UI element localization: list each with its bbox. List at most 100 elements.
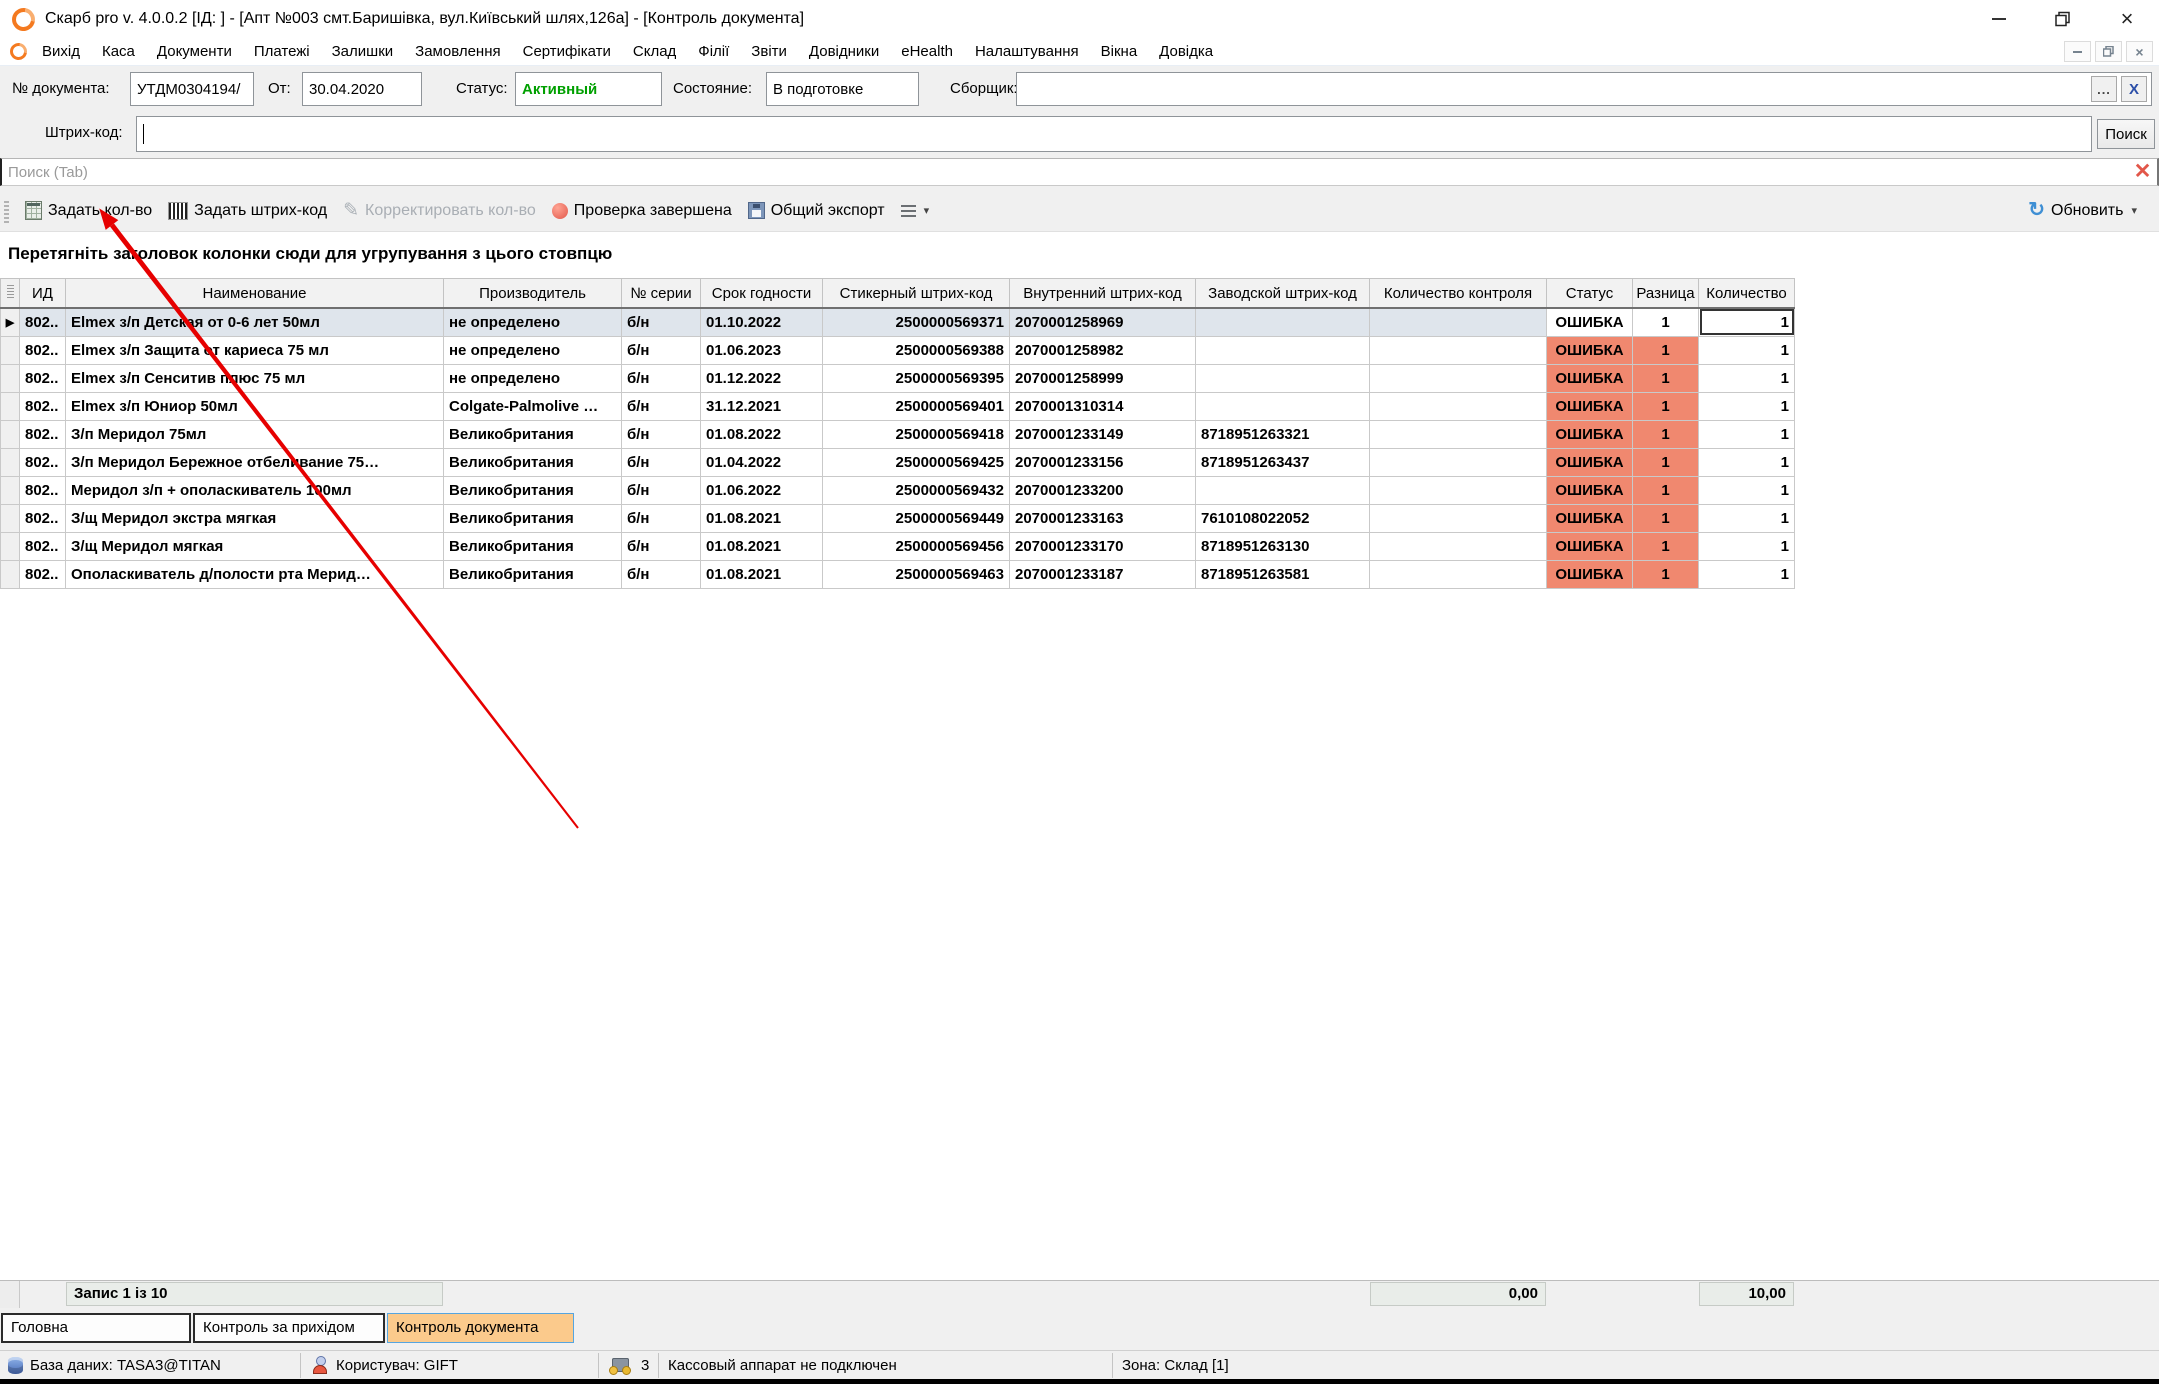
- cell-expiry[interactable]: 01.06.2023: [701, 336, 823, 364]
- cell-qty[interactable]: 1: [1699, 336, 1795, 364]
- cell-status[interactable]: ОШИБКА: [1547, 560, 1633, 588]
- column-header-4[interactable]: № серии: [622, 279, 701, 309]
- menu-item-12[interactable]: eHealth: [890, 43, 964, 60]
- toolbar-button-2[interactable]: Задать штрих-код: [160, 198, 335, 224]
- menu-item-8[interactable]: Склад: [622, 43, 687, 60]
- tab-3[interactable]: Контроль документа: [387, 1313, 574, 1343]
- column-header-7[interactable]: Внутренний штрих-код: [1010, 279, 1196, 309]
- collector-clear-button[interactable]: X: [2121, 76, 2147, 102]
- table-row[interactable]: 802..Меридол з/п + ополаскиватель 100млВ…: [1, 476, 1795, 504]
- cell-expiry[interactable]: 31.12.2021: [701, 392, 823, 420]
- menu-item-15[interactable]: Довідка: [1148, 43, 1224, 60]
- cell-producer[interactable]: Colgate-Palmolive …: [444, 392, 622, 420]
- quick-search-input[interactable]: [0, 158, 2159, 186]
- collector-field[interactable]: ... X: [1016, 72, 2152, 106]
- cell-series[interactable]: б/н: [622, 364, 701, 392]
- cell-name[interactable]: Elmex з/п Защита от кариеса 75 мл: [66, 336, 444, 364]
- table-row[interactable]: 802..Elmex з/п Защита от кариеса 75 млне…: [1, 336, 1795, 364]
- cell-producer[interactable]: Великобритания: [444, 476, 622, 504]
- cell-expiry[interactable]: 01.08.2021: [701, 504, 823, 532]
- state-field[interactable]: [766, 72, 919, 106]
- cell-diff[interactable]: 1: [1633, 336, 1699, 364]
- table-row[interactable]: 802..З/щ Меридол мягкаяВеликобританияб/н…: [1, 532, 1795, 560]
- cell-series[interactable]: б/н: [622, 504, 701, 532]
- cell-diff[interactable]: 1: [1633, 448, 1699, 476]
- table-row[interactable]: 802..З/щ Меридол экстра мягкаяВеликобрит…: [1, 504, 1795, 532]
- cell-diff[interactable]: 1: [1633, 504, 1699, 532]
- table-row[interactable]: 802..З/п Меридол Бережное отбеливание 75…: [1, 448, 1795, 476]
- cell-expiry[interactable]: 01.08.2022: [701, 420, 823, 448]
- menu-item-5[interactable]: Залишки: [321, 43, 405, 60]
- status-field[interactable]: [515, 72, 662, 106]
- cell-sticker[interactable]: 2500000569418: [823, 420, 1010, 448]
- cell-producer[interactable]: Великобритания: [444, 560, 622, 588]
- menu-item-2[interactable]: Каса: [91, 43, 146, 60]
- cell-qty[interactable]: 1: [1699, 448, 1795, 476]
- cell-diff[interactable]: 1: [1633, 420, 1699, 448]
- cell-status[interactable]: ОШИБКА: [1547, 448, 1633, 476]
- cell-id[interactable]: 802..: [20, 392, 66, 420]
- cell-diff[interactable]: 1: [1633, 392, 1699, 420]
- cell-qty[interactable]: 1: [1699, 476, 1795, 504]
- cell-id[interactable]: 802..: [20, 476, 66, 504]
- cell-expiry[interactable]: 01.08.2021: [701, 532, 823, 560]
- cell-expiry[interactable]: 01.10.2022: [701, 308, 823, 336]
- table-row[interactable]: 802..Elmex з/п Юниор 50млColgate-Palmoli…: [1, 392, 1795, 420]
- cell-status[interactable]: ОШИБКА: [1547, 364, 1633, 392]
- cell-id[interactable]: 802..: [20, 308, 66, 336]
- cell-factory[interactable]: 8718951263321: [1196, 420, 1370, 448]
- menu-item-9[interactable]: Філії: [687, 43, 740, 60]
- cell-sticker[interactable]: 2500000569456: [823, 532, 1010, 560]
- cell-qty[interactable]: 1: [1699, 364, 1795, 392]
- cell-qty[interactable]: 1: [1699, 504, 1795, 532]
- barcode-search-button[interactable]: Поиск: [2097, 119, 2155, 149]
- cell-factory[interactable]: [1196, 392, 1370, 420]
- cell-qty[interactable]: 1: [1699, 560, 1795, 588]
- menu-item-6[interactable]: Замовлення: [404, 43, 511, 60]
- menu-item-11[interactable]: Довідники: [798, 43, 890, 60]
- table-row[interactable]: 802..З/п Меридол 75млВеликобританияб/н01…: [1, 420, 1795, 448]
- cell-sticker[interactable]: 2500000569395: [823, 364, 1010, 392]
- menu-item-4[interactable]: Платежі: [243, 43, 321, 60]
- column-header-9[interactable]: Количество контроля: [1370, 279, 1547, 309]
- cell-id[interactable]: 802..: [20, 504, 66, 532]
- cell-name[interactable]: Ополаскиватель д/полости рта Мерид…: [66, 560, 444, 588]
- cell-sticker[interactable]: 2500000569463: [823, 560, 1010, 588]
- cell-factory[interactable]: [1196, 364, 1370, 392]
- cell-control[interactable]: [1370, 476, 1547, 504]
- cell-series[interactable]: б/н: [622, 308, 701, 336]
- menu-item-7[interactable]: Сертифікати: [512, 43, 622, 60]
- cell-expiry[interactable]: 01.08.2021: [701, 560, 823, 588]
- cell-control[interactable]: [1370, 336, 1547, 364]
- cell-id[interactable]: 802..: [20, 420, 66, 448]
- cell-status[interactable]: ОШИБКА: [1547, 420, 1633, 448]
- cell-name[interactable]: З/щ Меридол мягкая: [66, 532, 444, 560]
- cell-status[interactable]: ОШИБКА: [1547, 336, 1633, 364]
- cell-producer[interactable]: не определено: [444, 308, 622, 336]
- cell-internal[interactable]: 2070001233156: [1010, 448, 1196, 476]
- cell-sticker[interactable]: 2500000569371: [823, 308, 1010, 336]
- cell-sticker[interactable]: 2500000569425: [823, 448, 1010, 476]
- cell-status[interactable]: ОШИБКА: [1547, 392, 1633, 420]
- cell-sticker[interactable]: 2500000569432: [823, 476, 1010, 504]
- cell-id[interactable]: 802..: [20, 532, 66, 560]
- cell-factory[interactable]: [1196, 336, 1370, 364]
- table-row[interactable]: ▶802..Elmex з/п Детская от 0-6 лет 50млн…: [1, 308, 1795, 336]
- menu-item-1[interactable]: Вихід: [31, 43, 91, 60]
- cell-qty[interactable]: 1: [1699, 532, 1795, 560]
- cell-sticker[interactable]: 2500000569401: [823, 392, 1010, 420]
- close-button[interactable]: ×: [2095, 0, 2159, 38]
- cell-name[interactable]: Меридол з/п + ополаскиватель 100мл: [66, 476, 444, 504]
- cell-qty[interactable]: 1: [1699, 420, 1795, 448]
- cell-id[interactable]: 802..: [20, 364, 66, 392]
- cell-factory[interactable]: [1196, 308, 1370, 336]
- cell-name[interactable]: Elmex з/п Сенситив плюс 75 мл: [66, 364, 444, 392]
- cell-name[interactable]: З/п Меридол 75мл: [66, 420, 444, 448]
- tab-2[interactable]: Контроль за прихідом: [193, 1313, 385, 1343]
- barcode-field[interactable]: [136, 116, 2092, 152]
- column-header-1[interactable]: ИД: [20, 279, 66, 309]
- cell-expiry[interactable]: 01.04.2022: [701, 448, 823, 476]
- cell-internal[interactable]: 2070001258999: [1010, 364, 1196, 392]
- cell-producer[interactable]: Великобритания: [444, 448, 622, 476]
- cell-control[interactable]: [1370, 308, 1547, 336]
